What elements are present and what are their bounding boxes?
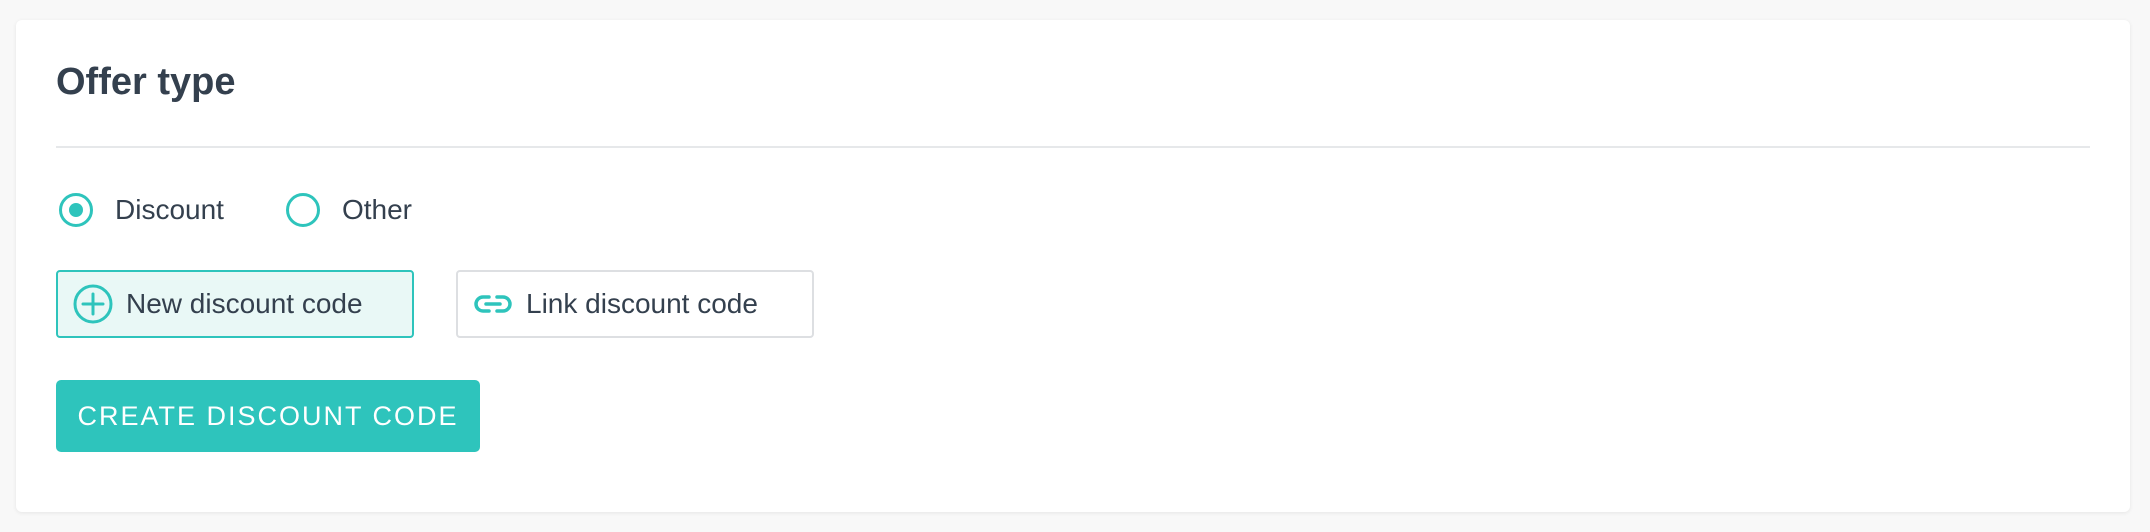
radio-other[interactable]: Other xyxy=(285,193,412,227)
radio-circle-unchecked[interactable] xyxy=(285,193,320,227)
radio-circle-checked[interactable] xyxy=(59,193,93,227)
create-discount-code-button[interactable]: Create discount code xyxy=(56,380,480,452)
radio-dot xyxy=(69,203,83,217)
link-discount-code-button[interactable]: Link discount code xyxy=(456,270,814,338)
link-discount-code-label: Link discount code xyxy=(526,288,758,319)
radio-label-other: Other xyxy=(341,194,412,225)
new-discount-code-label: New discount code xyxy=(126,288,363,319)
offer-type-radio-group: Discount Other xyxy=(59,193,474,227)
divider xyxy=(56,146,2090,148)
offer-type-card: Offer type Discount Other New discount c… xyxy=(16,20,2130,512)
radio-label-discount: Discount xyxy=(115,194,224,225)
link-icon xyxy=(472,283,514,325)
card-title: Offer type xyxy=(56,61,236,103)
plus-circle-icon xyxy=(72,283,114,325)
radio-discount[interactable]: Discount xyxy=(59,193,224,227)
new-discount-code-button[interactable]: New discount code xyxy=(56,270,414,338)
